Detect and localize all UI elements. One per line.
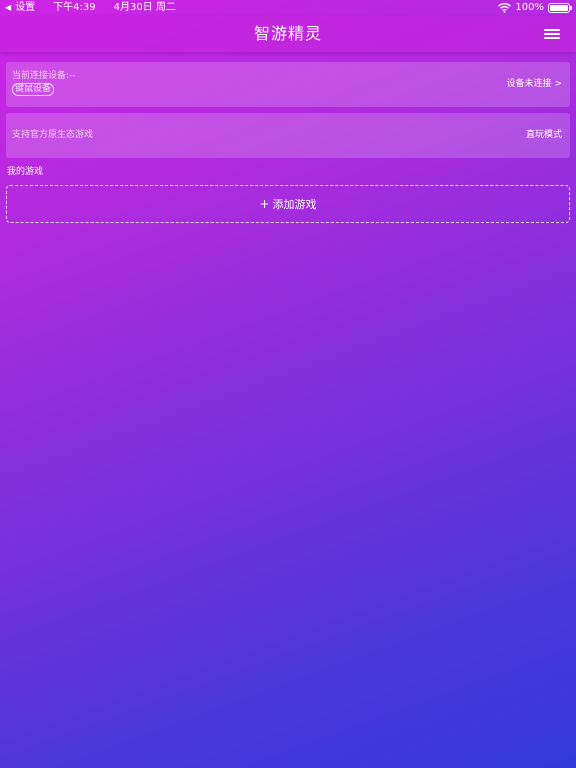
page-title: 智游精灵 bbox=[253, 24, 322, 43]
hamburger-menu-icon[interactable] bbox=[544, 28, 560, 40]
chevron-right-icon: > bbox=[554, 79, 562, 89]
device-status-label: 设备未连接 bbox=[506, 79, 552, 89]
back-to-settings-link[interactable]: 设置 bbox=[15, 0, 35, 16]
status-time: 下午4:39 bbox=[53, 2, 96, 13]
device-status[interactable]: 设备未连接 > bbox=[506, 62, 562, 107]
status-date: 4月30日 周二 bbox=[113, 2, 176, 13]
navigation-bar: 智游精灵 bbox=[0, 16, 576, 52]
mode-description: 支持官方原生态游戏 bbox=[12, 130, 94, 140]
play-mode-label[interactable]: 直玩模式 bbox=[526, 113, 562, 158]
back-arrow-icon[interactable]: ◀ bbox=[5, 0, 11, 16]
wifi-icon bbox=[498, 3, 512, 13]
status-left: ◀ 设置 下午4:39 4月30日 周二 bbox=[5, 0, 176, 16]
battery-percentage: 100% bbox=[515, 2, 544, 13]
plus-icon: + bbox=[259, 197, 270, 211]
add-game-button[interactable]: + 添加游戏 bbox=[6, 185, 570, 223]
status-right: 100% bbox=[498, 0, 572, 16]
menu-line bbox=[544, 33, 560, 35]
current-device-label: 当前连接设备:-- bbox=[12, 71, 76, 81]
keyboard-mouse-device-badge[interactable]: 键鼠设备 bbox=[12, 83, 55, 96]
battery-icon bbox=[548, 3, 572, 13]
status-bar: ◀ 设置 下午4:39 4月30日 周二 100% bbox=[0, 0, 576, 16]
device-connection-card[interactable]: 当前连接设备:-- 键鼠设备 设备未连接 > bbox=[6, 62, 570, 107]
my-games-section-title: 我的游戏 bbox=[7, 167, 44, 177]
menu-line bbox=[544, 29, 560, 31]
add-game-label: 添加游戏 bbox=[272, 198, 317, 211]
menu-line bbox=[544, 37, 560, 39]
play-mode-card[interactable]: 支持官方原生态游戏 直玩模式 bbox=[6, 113, 570, 158]
